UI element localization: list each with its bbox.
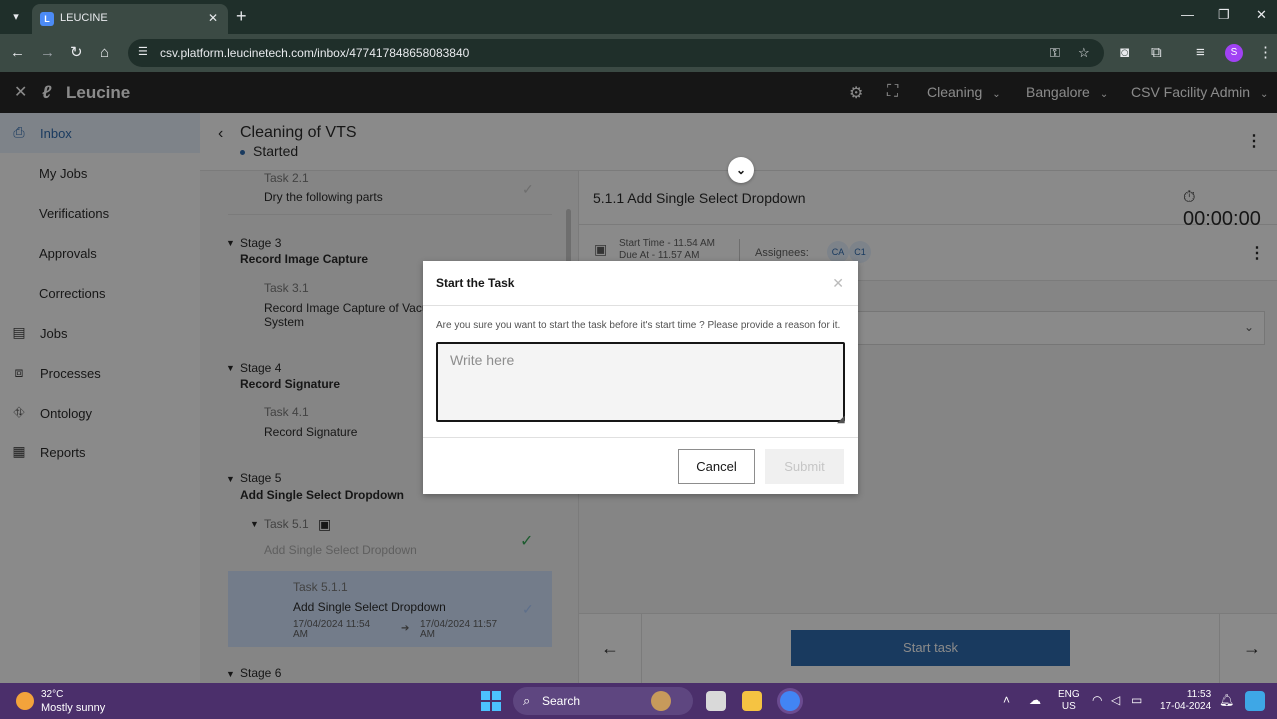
- browser-tabbar: ▾ L LEUCINE ✕ + — ❐ ✕: [0, 0, 1277, 34]
- browser-menu-icon[interactable]: ⋮: [1258, 44, 1273, 62]
- browser-tab[interactable]: L LEUCINE ✕: [32, 4, 228, 34]
- minimize-icon[interactable]: —: [1181, 7, 1194, 22]
- window-close-icon[interactable]: ✕: [1256, 7, 1267, 23]
- extensions-icon[interactable]: ⧉: [1151, 44, 1162, 62]
- wifi-icon[interactable]: ◠: [1092, 693, 1102, 707]
- new-tab-icon[interactable]: +: [236, 7, 247, 25]
- modal-message: Are you sure you want to start the task …: [436, 320, 841, 331]
- camera-icon[interactable]: ◙: [1120, 44, 1129, 62]
- tab-title: LEUCINE: [60, 12, 108, 24]
- resize-grip-icon[interactable]: ◢: [837, 414, 845, 425]
- modal-title: Start the Task: [436, 276, 515, 290]
- volume-icon[interactable]: ◁: [1111, 693, 1120, 707]
- divider: [423, 305, 858, 306]
- battery-icon[interactable]: ▭: [1131, 693, 1142, 707]
- reload-icon[interactable]: ↻: [70, 44, 83, 62]
- language-code: ENG: [1058, 689, 1080, 700]
- cancel-button[interactable]: Cancel: [678, 449, 755, 484]
- forward-arrow-icon[interactable]: →: [40, 44, 55, 62]
- task-view-icon[interactable]: [706, 691, 726, 711]
- language-indicator[interactable]: ENG US: [1058, 689, 1080, 713]
- file-explorer-icon[interactable]: [742, 691, 762, 711]
- taskbar-search-label: Search: [542, 694, 581, 708]
- copilot-icon[interactable]: [1245, 691, 1265, 711]
- tab-close-icon[interactable]: ✕: [208, 11, 218, 25]
- search-icon: ⌕: [523, 693, 531, 708]
- search-highlight-icon: [651, 691, 671, 711]
- divider: [423, 437, 858, 438]
- password-key-icon[interactable]: ⚿: [1050, 45, 1060, 61]
- submit-button[interactable]: Submit: [765, 449, 844, 484]
- media-queue-icon[interactable]: ≡: [1196, 44, 1205, 62]
- language-region: US: [1061, 701, 1076, 712]
- tray-overflow-chevron-icon[interactable]: ˄: [1003, 693, 1010, 707]
- modal-close-icon[interactable]: ✕: [832, 275, 844, 292]
- profile-avatar[interactable]: S: [1225, 44, 1243, 62]
- weather-description: Mostly sunny: [41, 702, 106, 714]
- tab-list-chevron-icon[interactable]: ▾: [6, 8, 26, 26]
- onedrive-cloud-icon[interactable]: ☁: [1029, 693, 1041, 707]
- back-arrow-icon[interactable]: ←: [10, 44, 25, 62]
- os-taskbar: 32°C Mostly sunny ⌕ Search ˄ ☁ ENG US ◠ ◁…: [0, 683, 1277, 719]
- notification-bell-icon[interactable]: 🔔︎: [1219, 693, 1234, 707]
- windows-start-icon[interactable]: [481, 691, 501, 711]
- reason-textarea[interactable]: [436, 342, 845, 422]
- collapse-chevron-icon[interactable]: ⌄: [728, 157, 754, 183]
- taskbar-search[interactable]: ⌕ Search: [513, 687, 693, 715]
- restore-icon[interactable]: ❐: [1218, 7, 1230, 23]
- leucine-favicon-icon: L: [40, 12, 54, 26]
- url-text: csv.platform.leucinetech.com/inbox/47741…: [160, 46, 470, 60]
- chrome-icon[interactable]: [780, 691, 800, 711]
- start-task-modal: Start the Task ✕ Are you sure you want t…: [423, 261, 858, 494]
- address-bar[interactable]: ☰ csv.platform.leucinetech.com/inbox/477…: [128, 39, 1104, 67]
- site-info-icon[interactable]: ☰: [138, 45, 148, 58]
- system-clock[interactable]: 11:53 17-04-2024: [1160, 689, 1211, 713]
- home-icon[interactable]: ⌂: [100, 44, 109, 62]
- clock-date: 17-04-2024: [1160, 701, 1212, 712]
- weather-temperature: 32°C: [41, 689, 64, 700]
- weather-sun-icon[interactable]: [16, 692, 34, 710]
- clock-time: 11:53: [1186, 689, 1212, 700]
- bookmark-star-icon[interactable]: ☆: [1078, 45, 1090, 61]
- browser-toolbar: ← → ↻ ⌂ ☰ csv.platform.leucinetech.com/i…: [0, 34, 1277, 72]
